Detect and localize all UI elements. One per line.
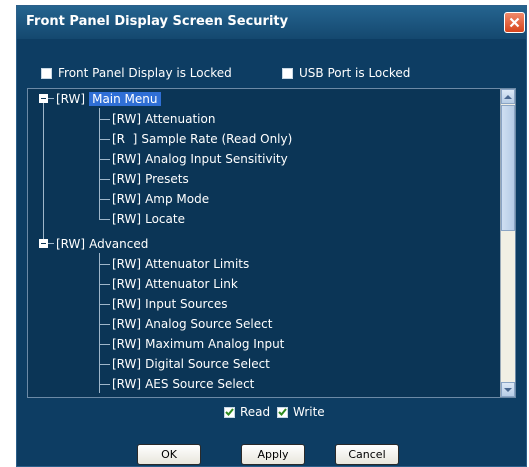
access-prefix: [RW] [112, 212, 142, 226]
read-checkbox[interactable] [224, 406, 235, 418]
tree-connector [100, 199, 110, 200]
read-permission-option[interactable]: Read [224, 404, 270, 420]
access-prefix: [R ] [112, 132, 138, 146]
tree-connector [100, 139, 110, 140]
tree-connector [100, 304, 110, 305]
collapse-toggle-advanced[interactable] [39, 239, 48, 248]
scroll-thumb[interactable] [501, 105, 515, 231]
tree-connector [100, 384, 110, 385]
usb-locked-checkbox[interactable] [282, 67, 293, 79]
tree-item-sample-rate[interactable]: [R ] Sample Rate (Read Only) [112, 129, 292, 149]
access-prefix: [RW] [112, 337, 142, 351]
close-icon [509, 17, 520, 28]
tree-item-label: Amp Mode [145, 192, 210, 206]
tree-item-amp-mode[interactable]: [RW] Amp Mode [112, 189, 209, 209]
access-prefix: [RW] [112, 152, 142, 166]
access-prefix: [RW] [112, 257, 142, 271]
access-prefix: [RW] [112, 317, 142, 331]
usb-locked-option[interactable]: USB Port is Locked [282, 65, 410, 81]
tree-node-main-menu[interactable]: [RW] Main Menu [56, 89, 161, 109]
checkmark-icon [225, 408, 234, 416]
usb-locked-label: USB Port is Locked [299, 66, 411, 80]
access-prefix: [RW] [56, 92, 86, 106]
tree-item-label: Digital Source Select [145, 357, 270, 371]
access-prefix: [RW] [56, 237, 86, 251]
dialog-title: Front Panel Display Screen Security [26, 14, 289, 29]
tree-node-label: Main Menu [89, 92, 161, 106]
tree-item-analog-source-select[interactable]: [RW] Analog Source Select [112, 314, 272, 334]
tree-connector [48, 243, 54, 244]
collapse-toggle-main-menu[interactable] [39, 94, 48, 103]
tree-connector [100, 179, 110, 180]
checkmark-icon [278, 408, 287, 416]
close-button[interactable] [504, 12, 525, 33]
tree-connector [100, 324, 110, 325]
tree-item-locate[interactable]: [RW] Locate [112, 209, 185, 229]
write-label: Write [293, 405, 325, 419]
tree-connector-root [43, 98, 44, 243]
tree-connector [100, 284, 110, 285]
arrow-down-icon [504, 387, 512, 392]
tree-item-label: Locate [145, 212, 185, 226]
write-checkbox[interactable] [277, 406, 288, 418]
tree-item-label: Attenuator Limits [145, 257, 250, 271]
ok-button[interactable]: OK [137, 444, 201, 465]
access-prefix: [RW] [112, 357, 142, 371]
tree-item-label: Attenuation [145, 112, 216, 126]
arrow-up-icon [504, 94, 512, 99]
tree-connector [100, 119, 110, 120]
tree-connector [100, 364, 110, 365]
front-panel-locked-option[interactable]: Front Panel Display is Locked [41, 65, 232, 81]
tree-item-attenuator-limits[interactable]: [RW] Attenuator Limits [112, 254, 249, 274]
tree-connector [99, 253, 100, 393]
access-prefix: [RW] [112, 377, 142, 391]
tree-node-label: Advanced [89, 237, 149, 251]
read-label: Read [240, 405, 271, 419]
access-prefix: [RW] [112, 192, 142, 206]
tree-connector [100, 344, 110, 345]
tree-item-label: AES Source Select [145, 377, 255, 391]
scroll-down-button[interactable] [501, 382, 515, 397]
title-bar[interactable]: Front Panel Display Screen Security [17, 6, 526, 39]
scroll-up-button[interactable] [501, 89, 515, 104]
tree-scrollbar[interactable] [500, 89, 515, 397]
tree-item-digital-source-select[interactable]: [RW] Digital Source Select [112, 354, 270, 374]
tree-item-maximum-analog-input[interactable]: [RW] Maximum Analog Input [112, 334, 284, 354]
write-permission-option[interactable]: Write [277, 404, 325, 420]
tree-item-label: Attenuator Link [145, 277, 238, 291]
tree-connector [100, 264, 110, 265]
tree-item-input-sources[interactable]: [RW] Input Sources [112, 294, 227, 314]
access-prefix: [RW] [112, 297, 142, 311]
access-prefix: [RW] [112, 112, 142, 126]
tree-item-label: Analog Source Select [145, 317, 273, 331]
tree-item-label: Presets [145, 172, 189, 186]
security-dialog: Front Panel Display Screen Security Fron… [16, 5, 527, 467]
apply-button[interactable]: Apply [241, 444, 305, 465]
access-prefix: [RW] [112, 277, 142, 291]
front-panel-locked-label: Front Panel Display is Locked [58, 66, 232, 80]
tree-item-attenuator-link[interactable]: [RW] Attenuator Link [112, 274, 238, 294]
tree-item-attenuation[interactable]: [RW] Attenuation [112, 109, 215, 129]
tree-item-aes-source-select[interactable]: [RW] AES Source Select [112, 374, 254, 394]
tree-item-label: Sample Rate (Read Only) [141, 132, 293, 146]
cancel-button[interactable]: Cancel [335, 444, 399, 465]
tree-item-label: Input Sources [145, 297, 228, 311]
tree-connector [48, 98, 54, 99]
access-prefix: [RW] [112, 172, 142, 186]
permissions-tree[interactable]: [RW] Main Menu [RW] Attenuation [R ] Sample… [27, 88, 516, 398]
tree-connector [99, 108, 100, 220]
tree-item-analog-input-sensitivity[interactable]: [RW] Analog Input Sensitivity [112, 149, 288, 169]
tree-connector [100, 219, 110, 220]
tree-connector [100, 159, 110, 160]
tree-item-label: Analog Input Sensitivity [145, 152, 288, 166]
tree-item-presets[interactable]: [RW] Presets [112, 169, 189, 189]
tree-node-advanced[interactable]: [RW] Advanced [56, 234, 148, 254]
front-panel-locked-checkbox[interactable] [41, 67, 52, 79]
tree-item-label: Maximum Analog Input [145, 337, 285, 351]
